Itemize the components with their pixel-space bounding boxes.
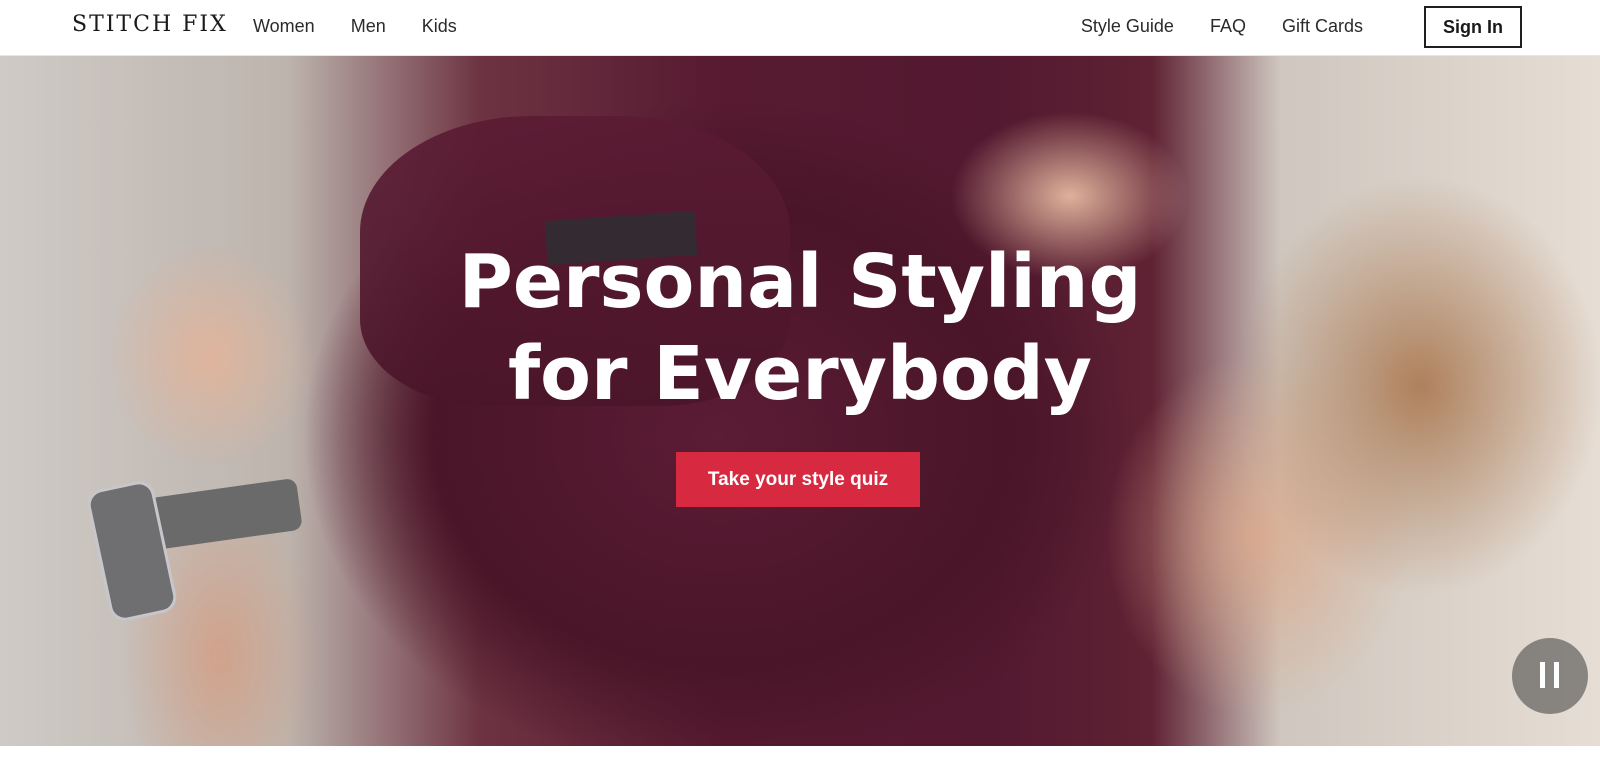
- hero-title-line2: for Everybody: [507, 331, 1092, 417]
- hero-video: Personal Styling for Everybody Take your…: [0, 56, 1600, 746]
- style-quiz-button[interactable]: Take your style quiz: [676, 452, 920, 507]
- pause-icon: [1540, 662, 1545, 688]
- pause-icon: [1554, 662, 1559, 688]
- nav-link-women[interactable]: Women: [253, 16, 315, 37]
- top-navigation: STITCH FIX Women Men Kids Style Guide FA…: [0, 0, 1600, 56]
- nav-link-men[interactable]: Men: [351, 16, 386, 37]
- sign-in-button[interactable]: Sign In: [1424, 6, 1522, 48]
- nav-link-kids[interactable]: Kids: [422, 16, 457, 37]
- pause-button[interactable]: [1512, 638, 1588, 714]
- hero-title-line1: Personal Styling: [458, 239, 1142, 325]
- stitch-fix-logo[interactable]: STITCH FIX: [72, 12, 228, 37]
- primary-nav: Women Men Kids: [253, 16, 457, 37]
- secondary-nav: Style Guide FAQ Gift Cards: [1081, 16, 1363, 37]
- nav-link-faq[interactable]: FAQ: [1210, 16, 1246, 37]
- hero-title: Personal Styling for Everybody: [0, 236, 1600, 420]
- hero-content: Personal Styling for Everybody Take your…: [0, 56, 1600, 746]
- nav-link-gift-cards[interactable]: Gift Cards: [1282, 16, 1363, 37]
- nav-link-style-guide[interactable]: Style Guide: [1081, 16, 1174, 37]
